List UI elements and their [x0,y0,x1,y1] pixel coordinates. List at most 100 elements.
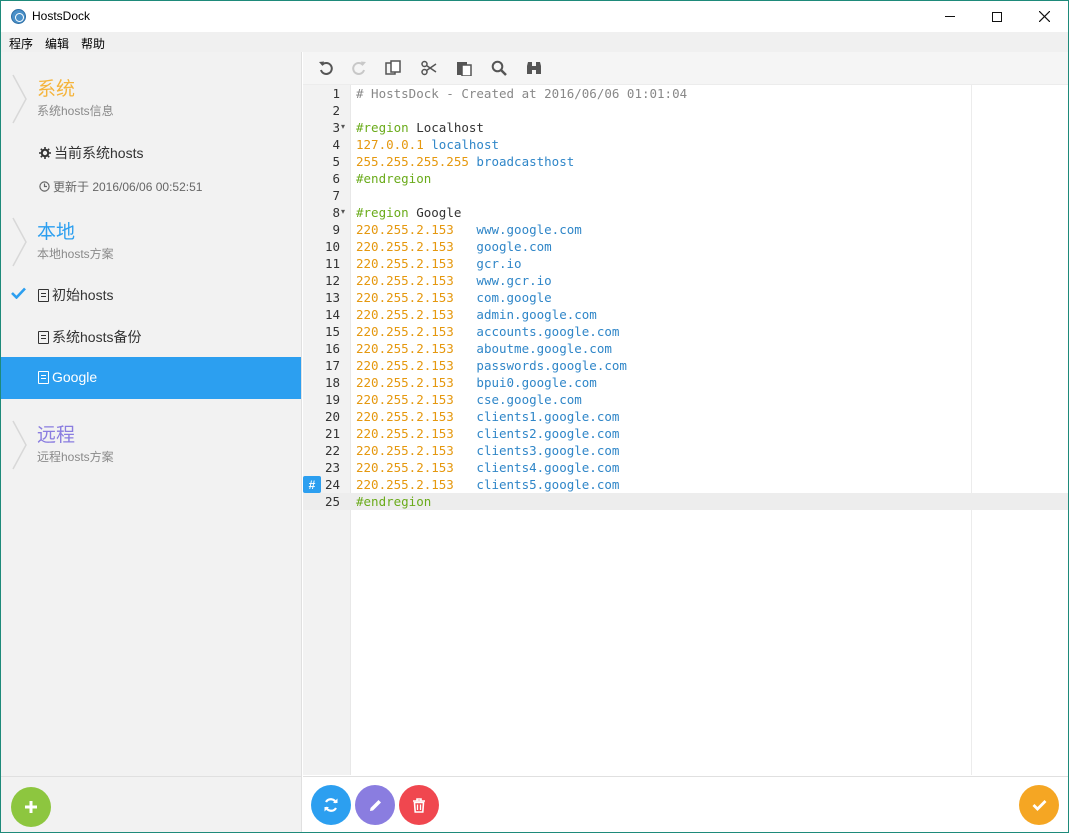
pencil-icon [369,799,381,811]
search-button[interactable] [490,59,508,77]
copy-button[interactable] [384,59,402,77]
code-token-ip: 220.255.2.153 [356,307,454,322]
maximize-icon [992,11,1002,22]
trash-icon [413,797,425,813]
fold-toggle-icon[interactable]: ▾ [341,122,345,131]
code-token-ip: 220.255.2.153 [356,392,454,407]
editor-footer [303,776,1068,832]
sidebar-item-google[interactable]: Google [1,357,301,399]
code-token-host: gcr.io [476,256,522,271]
undo-icon [319,61,333,75]
line-number: 16 [324,341,340,356]
code-line: 220.255.2.153 clients2.google.com [356,425,619,442]
find-replace-button[interactable] [525,59,543,77]
sidebar-item-initial-hosts[interactable]: 初始hosts [1,273,301,315]
code-line: 220.255.2.153 clients4.google.com [356,459,619,476]
hash-marker-icon[interactable]: # [303,476,321,493]
menu-help[interactable]: 帮助 [81,35,105,52]
code-line: #endregion [356,170,431,187]
code-token-host: admin.google.com [476,307,597,322]
line-number: 25 [324,494,340,509]
group-remote: 远程 远程hosts方案 [1,412,302,472]
code-line: 220.255.2.153 accounts.google.com [356,323,619,340]
code-token-ip: 220.255.2.153 [356,290,454,305]
copy-icon [385,60,401,75]
redo-button[interactable] [350,59,368,77]
code-token-keyword: #region [356,120,409,135]
redo-icon [352,61,366,75]
close-button[interactable] [1021,1,1067,32]
group-title-system: 系统 [37,79,76,100]
line-number: 14 [324,307,340,322]
minimize-button[interactable] [927,1,973,32]
line-number: 8 [332,205,340,220]
refresh-button[interactable] [311,785,351,825]
code-line: # HostsDock - Created at 2016/06/06 01:0… [356,85,687,102]
sidebar: 系统 系统hosts信息 当前系统hosts 更新于 2016/06/06 00… [1,52,302,832]
code-line: 220.255.2.153 cse.google.com [356,391,582,408]
code-token-ip: 255.255.255.255 [356,154,469,169]
edit-button[interactable] [355,785,395,825]
code-token-host: passwords.google.com [476,358,627,373]
sidebar-item-current-hosts[interactable]: 当前系统hosts [1,130,301,172]
code-line: 220.255.2.153 gcr.io [356,255,522,272]
line-number: 23 [324,460,340,475]
code-token-ip: 220.255.2.153 [356,443,454,458]
paste-button[interactable] [455,59,473,77]
gear-icon [39,147,51,159]
delete-button[interactable] [399,785,439,825]
add-button[interactable] [11,787,51,827]
line-number: 18 [324,375,340,390]
group-title-local: 本地 [37,222,76,243]
fold-toggle-icon[interactable]: ▾ [341,207,345,216]
check-icon [11,287,26,299]
code-token-ip: 220.255.2.153 [356,477,454,492]
line-number: 17 [324,358,340,373]
code-line: 220.255.2.153 clients5.google.com [356,476,619,493]
system-updated-time: 更新于 2016/06/06 00:52:51 [39,178,202,195]
code-line: #endregion [356,493,431,510]
cut-button[interactable] [420,59,438,77]
sidebar-item-label: 系统hosts备份 [52,329,142,345]
search-icon [491,60,507,76]
code-token-comment: # HostsDock - Created at 2016/06/06 01:0… [356,86,688,101]
line-number: 2 [332,103,340,118]
code-line: #region Google [356,204,461,221]
code-token-keyword: #endregion [356,171,432,186]
code-token-keyword: #region [356,205,409,220]
sidebar-footer [1,776,302,832]
window-title: HostsDock [32,9,91,23]
line-number: 7 [332,188,340,203]
code-token-ip: 220.255.2.153 [356,239,454,254]
cut-icon [421,60,437,76]
code-token-host: clients5.google.com [476,477,620,492]
clock-icon [39,181,50,192]
undo-button[interactable] [317,59,335,77]
document-icon [38,370,49,384]
code-token-host: clients1.google.com [476,409,620,424]
refresh-icon [324,798,338,812]
group-subtitle-remote: 远程hosts方案 [37,450,114,464]
code-line: #region Localhost [356,119,484,136]
code-line: 220.255.2.153 clients1.google.com [356,408,619,425]
line-number: 15 [324,324,340,339]
line-number: 19 [324,392,340,407]
sidebar-item-label: 初始hosts [52,287,114,303]
apply-button[interactable] [1019,785,1059,825]
menu-edit[interactable]: 编辑 [45,35,69,52]
sidebar-item-system-backup[interactable]: 系统hosts备份 [1,315,301,357]
maximize-button[interactable] [974,1,1020,32]
code-token-host: google.com [476,239,552,254]
code-token-host: com.google [476,290,552,305]
code-line: 220.255.2.153 www.google.com [356,221,582,238]
code-token-ip: 220.255.2.153 [356,358,454,373]
line-number: 4 [332,137,340,152]
menu-program[interactable]: 程序 [9,35,33,52]
group-local: 本地 本地hosts方案 [1,209,302,269]
